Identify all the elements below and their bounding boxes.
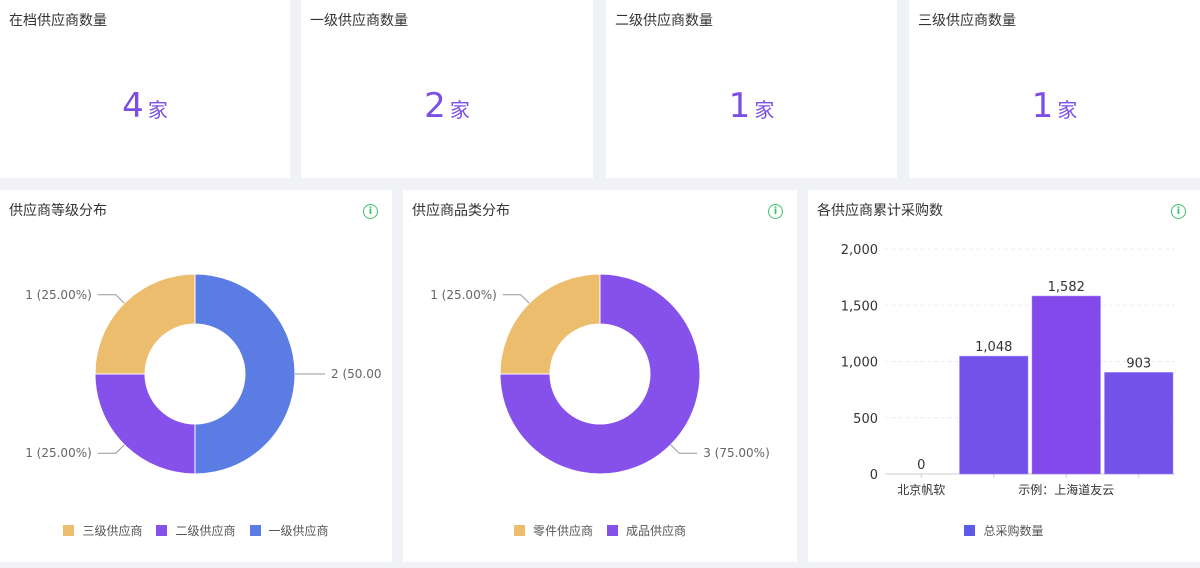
slice-label: 1 (25.00%) bbox=[430, 288, 497, 302]
pie-slice bbox=[94, 273, 196, 375]
kpi-card-level2: 二级供应商数量 1家 bbox=[606, 0, 897, 178]
kpi-title: 一级供应商数量 bbox=[310, 13, 408, 29]
kpi-card-total: 在档供应商数量 4家 bbox=[0, 0, 290, 178]
kpi-unit: 家 bbox=[754, 98, 775, 122]
legend-swatch bbox=[63, 525, 75, 536]
label-leader bbox=[502, 294, 530, 304]
legend-item[interactable]: 总采购数量 bbox=[964, 522, 1044, 539]
label-leader bbox=[97, 294, 125, 304]
x-tick-label: 北京帆软 bbox=[897, 482, 945, 497]
kpi-value: 4 bbox=[122, 86, 144, 126]
kpi-title: 二级供应商数量 bbox=[615, 13, 713, 29]
pie-slice bbox=[94, 373, 196, 475]
y-tick-label: 500 bbox=[853, 412, 878, 427]
bar-value-label: 1,048 bbox=[975, 340, 1012, 355]
legend-swatch bbox=[249, 525, 261, 536]
y-tick-label: 2,000 bbox=[841, 243, 878, 258]
bar bbox=[959, 355, 1029, 475]
legend-item[interactable]: 一级供应商 bbox=[249, 522, 329, 539]
slice-label: 3 (75.00%) bbox=[703, 446, 770, 460]
chart-legend: 零件供应商 成品供应商 bbox=[403, 522, 797, 539]
legend-swatch bbox=[513, 525, 525, 536]
legend-swatch bbox=[156, 525, 168, 536]
chart-card-level: 供应商等级分布 i 2 (50.00 1 (25.00%) 1 (25.00%) 三… bbox=[0, 190, 392, 562]
bar bbox=[1104, 372, 1174, 475]
label-leader bbox=[670, 444, 698, 454]
bar-value-label: 1,582 bbox=[1048, 280, 1085, 295]
bar-chart: 0 500 1,000 1,500 2,000 0 北京帆软 1,048 1,582 示例：上海道… bbox=[841, 243, 1175, 497]
legend-label: 成品供应商 bbox=[626, 524, 687, 538]
donut-chart: 2 (50.00 1 (25.00%) 1 (25.00%) bbox=[25, 273, 381, 475]
legend-label: 总采购数量 bbox=[983, 524, 1044, 538]
legend-swatch bbox=[607, 525, 618, 536]
kpi-value: 2 bbox=[424, 86, 446, 126]
pie-slice bbox=[194, 273, 296, 475]
slice-label: 1 (25.00%) bbox=[25, 446, 92, 460]
legend-swatch bbox=[964, 525, 976, 536]
legend-label: 二级供应商 bbox=[175, 524, 236, 538]
legend-item[interactable]: 二级供应商 bbox=[156, 522, 236, 539]
kpi-unit: 家 bbox=[449, 98, 470, 122]
kpi-card-level1: 一级供应商数量 2家 bbox=[301, 0, 593, 178]
kpi-unit: 家 bbox=[147, 98, 168, 122]
legend-label: 三级供应商 bbox=[82, 524, 143, 538]
slice-label: 1 (25.00%) bbox=[25, 288, 92, 302]
slice-label: 2 (50.00 bbox=[331, 367, 381, 381]
legend-label: 零件供应商 bbox=[532, 524, 593, 538]
kpi-value: 1 bbox=[728, 86, 751, 126]
bar-value-label: 903 bbox=[1126, 356, 1151, 371]
kpi-value: 1 bbox=[1031, 86, 1054, 126]
legend-item[interactable]: 成品供应商 bbox=[607, 522, 686, 539]
kpi-card-level3: 三级供应商数量 1家 bbox=[909, 0, 1200, 178]
legend-item[interactable]: 三级供应商 bbox=[63, 522, 142, 539]
kpi-title: 在档供应商数量 bbox=[9, 13, 107, 29]
chart-legend: 三级供应商 二级供应商 一级供应商 bbox=[0, 522, 392, 539]
x-tick-label: 示例：上海道友云 bbox=[1018, 482, 1114, 497]
kpi-title: 三级供应商数量 bbox=[918, 13, 1016, 29]
legend-label: 一级供应商 bbox=[268, 524, 329, 538]
bar bbox=[1031, 295, 1101, 475]
label-leader bbox=[97, 444, 125, 454]
chart-card-category: 供应商品类分布 i 3 (75.00%) 1 (25.00%) 零件供应商 成品供应… bbox=[403, 190, 797, 562]
legend-item[interactable]: 零件供应商 bbox=[513, 522, 593, 539]
bar-value-label: 0 bbox=[917, 458, 925, 473]
y-tick-label: 1,000 bbox=[841, 356, 878, 371]
y-tick-label: 0 bbox=[870, 468, 878, 483]
chart-legend: 总采购数量 bbox=[808, 522, 1200, 539]
pie-slice bbox=[499, 273, 601, 375]
chart-card-purchases: 各供应商累计采购数 i 0 500 1,000 1,500 2,000 0 北京帆软 1,04… bbox=[808, 190, 1200, 562]
y-tick-label: 1,500 bbox=[841, 299, 878, 314]
donut-chart: 3 (75.00%) 1 (25.00%) bbox=[430, 273, 770, 475]
kpi-unit: 家 bbox=[1057, 98, 1078, 122]
